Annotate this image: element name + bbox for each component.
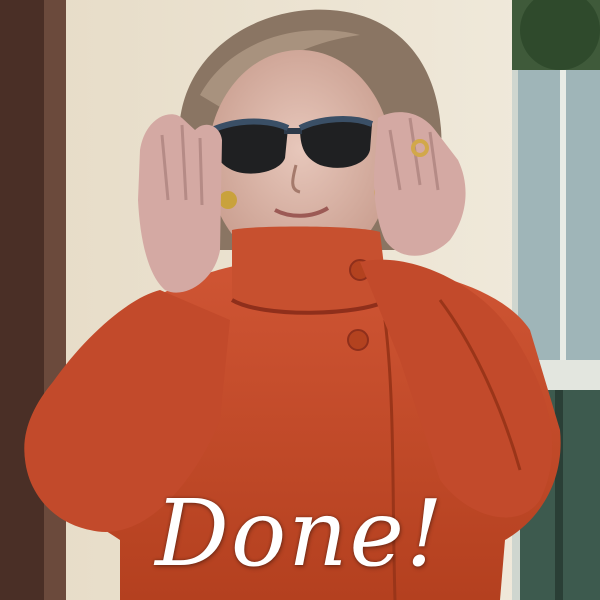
caption-text: Done! xyxy=(155,480,445,587)
hand-left xyxy=(138,114,222,293)
coat-button-middle-icon xyxy=(347,329,369,351)
meme-image: Done! xyxy=(0,0,600,600)
earring-left-icon xyxy=(219,191,237,209)
